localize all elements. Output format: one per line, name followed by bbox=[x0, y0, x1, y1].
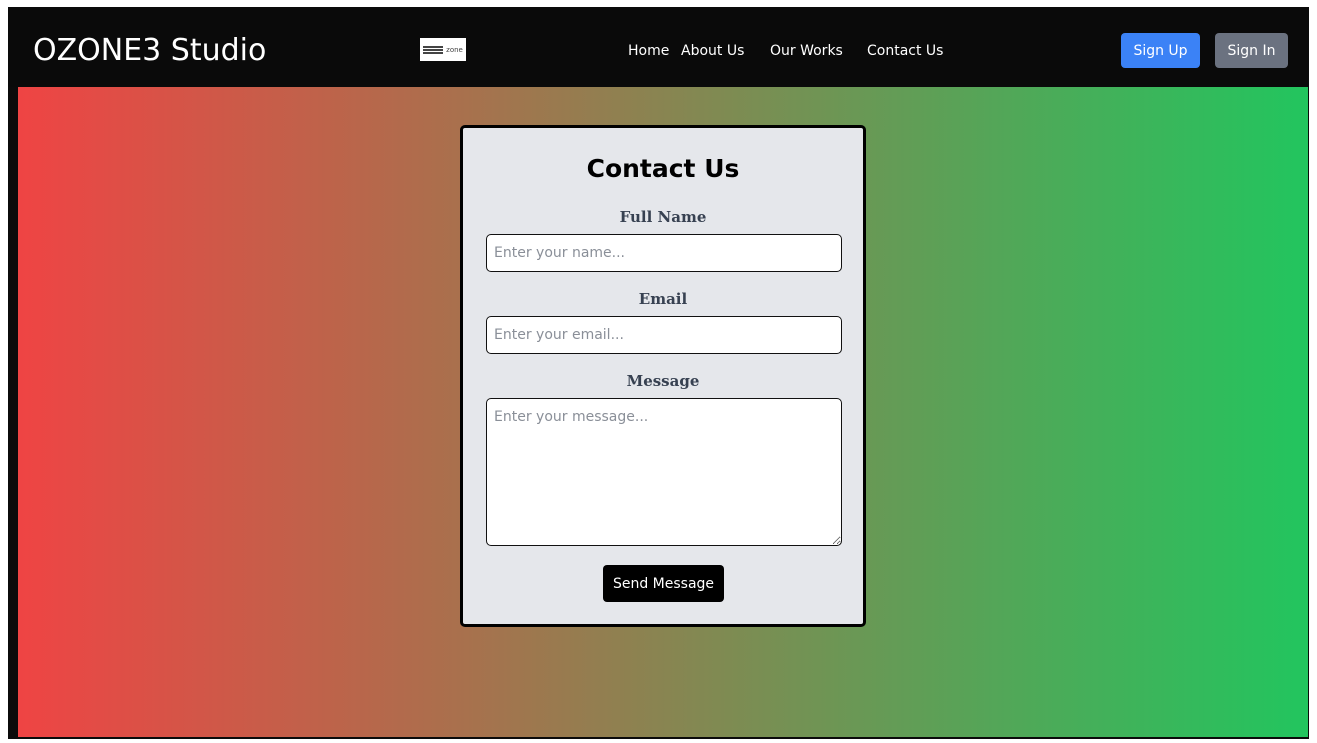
logo-icon bbox=[423, 45, 444, 54]
message-textarea[interactable] bbox=[486, 398, 842, 546]
nav-link-contact-us[interactable]: Contact Us bbox=[867, 43, 943, 59]
sign-in-button[interactable]: Sign In bbox=[1215, 33, 1288, 68]
send-message-button[interactable]: Send Message bbox=[603, 565, 724, 602]
nav-link-home[interactable]: Home bbox=[628, 43, 669, 59]
brand-title[interactable]: OZONE3 Studio bbox=[33, 33, 266, 68]
full-name-input[interactable] bbox=[486, 234, 842, 272]
nav-link-about-us[interactable]: About Us bbox=[681, 43, 744, 59]
logo-text: zone bbox=[446, 45, 463, 54]
page-frame: OZONE3 Studio zone Home About Us Our Wor… bbox=[8, 7, 1309, 739]
nav-link-our-works[interactable]: Our Works bbox=[770, 43, 843, 59]
navbar: OZONE3 Studio zone Home About Us Our Wor… bbox=[8, 7, 1309, 87]
contact-form-card: Contact Us Full Name Email Message Send … bbox=[460, 125, 866, 627]
sign-up-button[interactable]: Sign Up bbox=[1121, 33, 1200, 68]
full-name-label: Full Name bbox=[619, 208, 707, 226]
email-label: Email bbox=[638, 290, 688, 308]
logo[interactable]: zone bbox=[420, 38, 466, 61]
message-label: Message bbox=[626, 372, 700, 390]
email-input[interactable] bbox=[486, 316, 842, 354]
contact-form-title: Contact Us bbox=[586, 154, 740, 183]
